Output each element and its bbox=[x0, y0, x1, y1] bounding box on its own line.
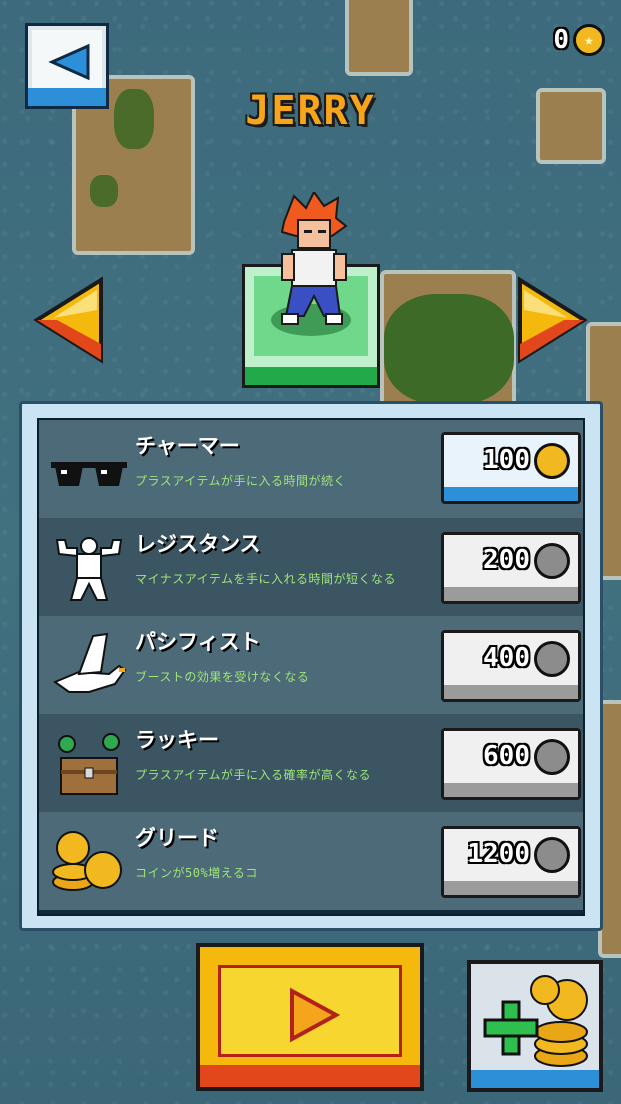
buy-greed-button[interactable]: 1200 bbox=[441, 826, 581, 898]
prev-character-arrow-icon[interactable] bbox=[33, 274, 105, 366]
buy-lucky-button[interactable]: 600 bbox=[441, 728, 581, 800]
buy-charmer-button[interactable]: 100 bbox=[441, 432, 581, 504]
play-button[interactable] bbox=[196, 943, 424, 1091]
gray-coin-icon bbox=[534, 641, 570, 677]
buy-pacifist-button[interactable]: 400 bbox=[441, 630, 581, 702]
clover-chest-icon bbox=[58, 733, 120, 795]
coin-count: 0 bbox=[553, 25, 569, 55]
island bbox=[380, 270, 516, 418]
character-name: JERRY bbox=[245, 88, 376, 134]
coin-stack-icon bbox=[52, 831, 122, 891]
buy-resistance-button[interactable]: 200 bbox=[441, 532, 581, 604]
price-value: 400 bbox=[483, 643, 530, 673]
gray-coin-icon bbox=[534, 739, 570, 775]
character-sprite bbox=[280, 192, 348, 325]
upgrade-row-charmer: チャーマー プラスアイテムが手に入る時間が続く 100 bbox=[39, 420, 583, 518]
upgrade-row-lucky: ラッキー プラスアイテムが手に入る確率が高くなる 600 bbox=[39, 714, 583, 812]
upgrade-name: レジスタンス bbox=[135, 532, 261, 556]
sunglasses-icon bbox=[51, 462, 127, 486]
upgrade-name: グリード bbox=[135, 826, 219, 850]
upgrade-description: プラスアイテムが手に入る時間が続く bbox=[135, 474, 347, 488]
upgrade-name: チャーマー bbox=[135, 434, 240, 458]
price-value: 1200 bbox=[467, 839, 530, 869]
gold-coin-icon: ★ bbox=[573, 24, 605, 56]
coin-counter: 0 ★ bbox=[553, 24, 605, 56]
play-icon bbox=[290, 987, 340, 1043]
upgrade-description: プラスアイテムが手に入る確率が高くなる bbox=[135, 768, 372, 782]
price-value: 200 bbox=[483, 545, 530, 575]
dove-icon bbox=[52, 632, 127, 693]
gray-coin-icon bbox=[534, 543, 570, 579]
add-coins-button[interactable] bbox=[467, 960, 603, 1092]
upgrade-name: パシフィスト bbox=[135, 630, 261, 654]
upgrades-panel: チャーマー プラスアイテムが手に入る時間が続く 100 レジスタンス マイナスア… bbox=[19, 401, 603, 931]
upgrade-description: マイナスアイテムを手に入れる時間が短くなる bbox=[135, 572, 397, 586]
island bbox=[345, 0, 413, 76]
upgrade-row-pacifist: パシフィスト ブーストの効果を受けなくなる 400 bbox=[39, 616, 583, 714]
flexing-man-icon bbox=[55, 537, 123, 601]
upgrade-row-greed: グリード コインが50%増えるコ 1200 bbox=[39, 812, 583, 910]
upgrade-row-resistance: レジスタンス マイナスアイテムを手に入れる時間が短くなる 200 bbox=[39, 518, 583, 616]
upgrade-description: コインが50%増えるコ bbox=[135, 866, 258, 880]
back-arrow-icon bbox=[48, 43, 90, 81]
gray-coin-icon bbox=[534, 837, 570, 873]
upgrade-name: ラッキー bbox=[135, 728, 219, 752]
price-value: 100 bbox=[483, 445, 530, 475]
next-character-arrow-icon[interactable] bbox=[516, 274, 588, 366]
gold-coin-icon bbox=[534, 443, 570, 479]
add-coins-icon bbox=[483, 975, 588, 1067]
price-value: 600 bbox=[483, 741, 530, 771]
upgrades-list: チャーマー プラスアイテムが手に入る時間が続く 100 レジスタンス マイナスア… bbox=[37, 418, 585, 916]
upgrade-description: ブーストの効果を受けなくなる bbox=[135, 670, 310, 684]
